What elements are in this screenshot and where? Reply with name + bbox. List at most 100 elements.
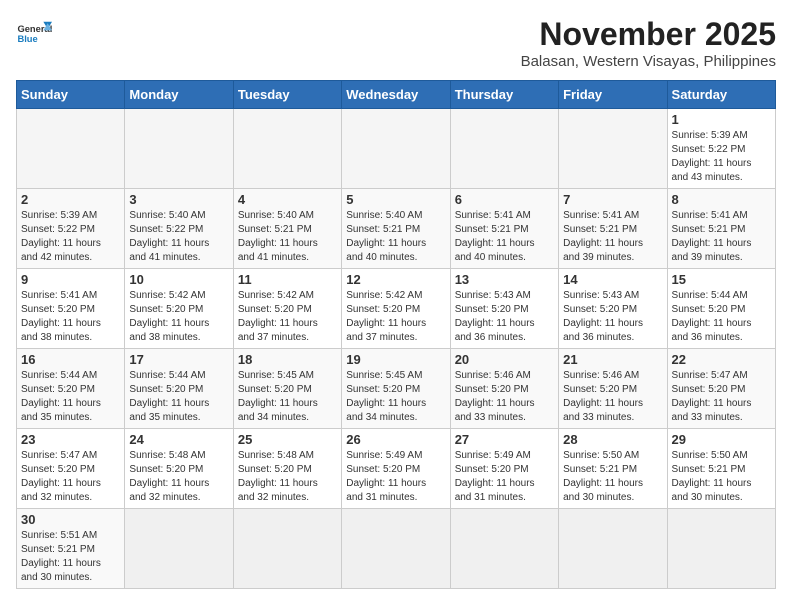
day-number: 29 [672, 432, 771, 447]
calendar-cell: 7 Sunrise: 5:41 AM Sunset: 5:21 PM Daylig… [559, 189, 667, 269]
day-info: Sunrise: 5:49 AM Sunset: 5:20 PM Dayligh… [455, 449, 554, 505]
calendar-week-5: 23Sunrise: 5:47 AM Sunset: 5:20 PM Dayli… [17, 429, 776, 509]
day-number: 21 [563, 352, 662, 367]
day-number: 8 [672, 192, 771, 207]
calendar-cell: 18 Sunrise: 5:45 AM Sunset: 5:20 PM Dayli… [233, 349, 341, 429]
day-number: 15 [672, 272, 771, 287]
day-info: Sunrise: 5:42 AM Sunset: 5:20 PM Dayligh… [346, 289, 445, 345]
month-year: November 2025 [521, 16, 776, 53]
day-number: 5 [346, 192, 445, 207]
calendar-cell: 1Sunrise: 5:39 AM Sunset: 5:22 PM Daylig… [667, 109, 775, 189]
day-info: Sunrise: 5:47 AM Sunset: 5:20 PM Dayligh… [672, 369, 771, 425]
weekday-header-tuesday: Tuesday [233, 81, 341, 109]
calendar-cell: 2Sunrise: 5:39 AM Sunset: 5:22 PM Daylig… [17, 189, 125, 269]
day-number: 27 [455, 432, 554, 447]
day-info: Sunrise: 5:40 AM Sunset: 5:22 PM Dayligh… [129, 209, 228, 265]
calendar-cell [559, 109, 667, 189]
calendar-body: 1Sunrise: 5:39 AM Sunset: 5:22 PM Daylig… [17, 109, 776, 589]
day-info: Sunrise: 5:44 AM Sunset: 5:20 PM Dayligh… [21, 369, 120, 425]
weekday-header-monday: Monday [125, 81, 233, 109]
calendar-week-3: 9 Sunrise: 5:41 AM Sunset: 5:20 PM Daylig… [17, 269, 776, 349]
calendar-cell: 13 Sunrise: 5:43 AM Sunset: 5:20 PM Dayli… [450, 269, 558, 349]
day-info: Sunrise: 5:50 AM Sunset: 5:21 PM Dayligh… [672, 449, 771, 505]
day-info: Sunrise: 5:40 AM Sunset: 5:21 PM Dayligh… [238, 209, 337, 265]
calendar-cell: 6 Sunrise: 5:41 AM Sunset: 5:21 PM Daylig… [450, 189, 558, 269]
day-number: 13 [455, 272, 554, 287]
calendar-cell: 12Sunrise: 5:42 AM Sunset: 5:20 PM Dayli… [342, 269, 450, 349]
day-info: Sunrise: 5:41 AM Sunset: 5:21 PM Dayligh… [455, 209, 554, 265]
day-info: Sunrise: 5:45 AM Sunset: 5:20 PM Dayligh… [346, 369, 445, 425]
calendar-cell [17, 109, 125, 189]
day-info: Sunrise: 5:51 AM Sunset: 5:21 PM Dayligh… [21, 529, 120, 585]
weekday-header-thursday: Thursday [450, 81, 558, 109]
day-number: 30 [21, 512, 120, 527]
calendar-cell: 28 Sunrise: 5:50 AM Sunset: 5:21 PM Dayli… [559, 429, 667, 509]
day-info: Sunrise: 5:50 AM Sunset: 5:21 PM Dayligh… [563, 449, 662, 505]
calendar-cell: 27 Sunrise: 5:49 AM Sunset: 5:20 PM Dayli… [450, 429, 558, 509]
location: Balasan, Western Visayas, Philippines [521, 53, 776, 70]
calendar-week-6: 30 Sunrise: 5:51 AM Sunset: 5:21 PM Dayli… [17, 509, 776, 589]
day-info: Sunrise: 5:49 AM Sunset: 5:20 PM Dayligh… [346, 449, 445, 505]
calendar-cell [667, 509, 775, 589]
calendar-cell [233, 109, 341, 189]
day-info: Sunrise: 5:43 AM Sunset: 5:20 PM Dayligh… [455, 289, 554, 345]
day-number: 17 [129, 352, 228, 367]
calendar-cell: 10Sunrise: 5:42 AM Sunset: 5:20 PM Dayli… [125, 269, 233, 349]
day-number: 7 [563, 192, 662, 207]
calendar: SundayMondayTuesdayWednesdayThursdayFrid… [16, 80, 776, 589]
day-info: Sunrise: 5:41 AM Sunset: 5:21 PM Dayligh… [563, 209, 662, 265]
calendar-cell [342, 109, 450, 189]
day-number: 16 [21, 352, 120, 367]
weekday-header-friday: Friday [559, 81, 667, 109]
weekday-header-row: SundayMondayTuesdayWednesdayThursdayFrid… [17, 81, 776, 109]
day-number: 11 [238, 272, 337, 287]
calendar-cell: 4 Sunrise: 5:40 AM Sunset: 5:21 PM Daylig… [233, 189, 341, 269]
day-info: Sunrise: 5:40 AM Sunset: 5:21 PM Dayligh… [346, 209, 445, 265]
day-number: 4 [238, 192, 337, 207]
calendar-cell [342, 509, 450, 589]
calendar-cell: 14 Sunrise: 5:43 AM Sunset: 5:20 PM Dayli… [559, 269, 667, 349]
day-number: 25 [238, 432, 337, 447]
calendar-cell: 5 Sunrise: 5:40 AM Sunset: 5:21 PM Daylig… [342, 189, 450, 269]
svg-text:Blue: Blue [17, 34, 37, 44]
calendar-week-1: 1Sunrise: 5:39 AM Sunset: 5:22 PM Daylig… [17, 109, 776, 189]
day-number: 14 [563, 272, 662, 287]
day-info: Sunrise: 5:43 AM Sunset: 5:20 PM Dayligh… [563, 289, 662, 345]
day-number: 26 [346, 432, 445, 447]
day-info: Sunrise: 5:48 AM Sunset: 5:20 PM Dayligh… [238, 449, 337, 505]
day-info: Sunrise: 5:41 AM Sunset: 5:21 PM Dayligh… [672, 209, 771, 265]
logo-icon: General Blue [16, 16, 52, 52]
day-info: Sunrise: 5:46 AM Sunset: 5:20 PM Dayligh… [563, 369, 662, 425]
day-number: 6 [455, 192, 554, 207]
day-number: 24 [129, 432, 228, 447]
calendar-week-4: 16 Sunrise: 5:44 AM Sunset: 5:20 PM Dayli… [17, 349, 776, 429]
calendar-cell [450, 509, 558, 589]
header: General Blue November 2025 Balasan, West… [16, 16, 776, 70]
calendar-cell: 23Sunrise: 5:47 AM Sunset: 5:20 PM Dayli… [17, 429, 125, 509]
calendar-cell: 21 Sunrise: 5:46 AM Sunset: 5:20 PM Dayli… [559, 349, 667, 429]
day-number: 2 [21, 192, 120, 207]
day-number: 9 [21, 272, 120, 287]
calendar-cell [559, 509, 667, 589]
day-number: 20 [455, 352, 554, 367]
title-area: November 2025 Balasan, Western Visayas, … [521, 16, 776, 70]
day-number: 3 [129, 192, 228, 207]
calendar-cell: 11Sunrise: 5:42 AM Sunset: 5:20 PM Dayli… [233, 269, 341, 349]
calendar-cell: 25 Sunrise: 5:48 AM Sunset: 5:20 PM Dayli… [233, 429, 341, 509]
calendar-cell: 19 Sunrise: 5:45 AM Sunset: 5:20 PM Dayli… [342, 349, 450, 429]
day-number: 28 [563, 432, 662, 447]
logo: General Blue [16, 16, 52, 52]
day-number: 1 [672, 112, 771, 127]
calendar-cell: 15Sunrise: 5:44 AM Sunset: 5:20 PM Dayli… [667, 269, 775, 349]
weekday-header-wednesday: Wednesday [342, 81, 450, 109]
calendar-cell: 20 Sunrise: 5:46 AM Sunset: 5:20 PM Dayli… [450, 349, 558, 429]
day-number: 18 [238, 352, 337, 367]
calendar-cell: 24Sunrise: 5:48 AM Sunset: 5:20 PM Dayli… [125, 429, 233, 509]
calendar-cell: 17Sunrise: 5:44 AM Sunset: 5:20 PM Dayli… [125, 349, 233, 429]
day-number: 19 [346, 352, 445, 367]
day-info: Sunrise: 5:46 AM Sunset: 5:20 PM Dayligh… [455, 369, 554, 425]
calendar-cell: 16 Sunrise: 5:44 AM Sunset: 5:20 PM Dayli… [17, 349, 125, 429]
day-info: Sunrise: 5:41 AM Sunset: 5:20 PM Dayligh… [21, 289, 120, 345]
day-info: Sunrise: 5:45 AM Sunset: 5:20 PM Dayligh… [238, 369, 337, 425]
calendar-cell [233, 509, 341, 589]
